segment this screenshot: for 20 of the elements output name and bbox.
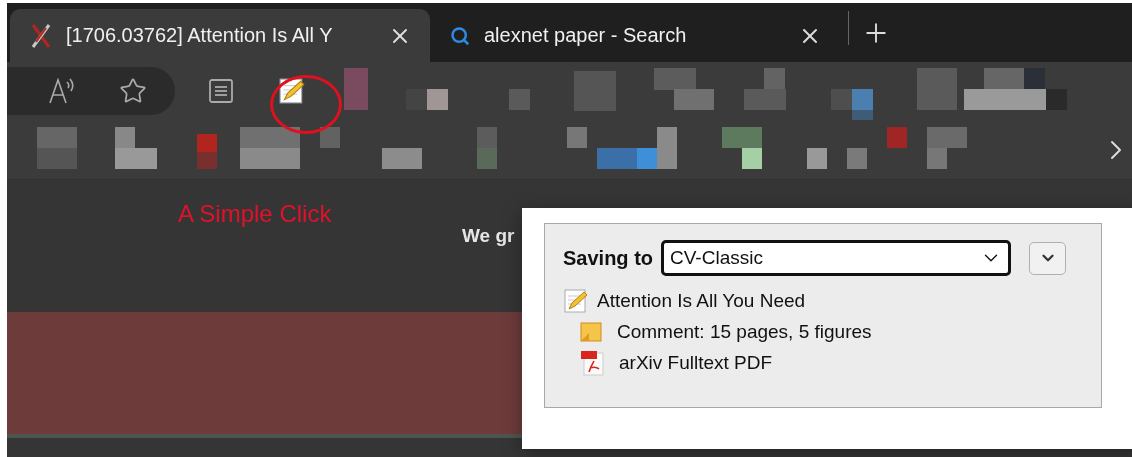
search-icon	[450, 25, 470, 46]
annotation-label: A Simple Click	[178, 200, 332, 228]
attachment-label: Comment: 15 pages, 5 figures	[617, 321, 872, 343]
options-button[interactable]	[1029, 241, 1066, 275]
collection-select[interactable]: CV-Classic	[661, 240, 1011, 276]
sticky-note-icon	[579, 320, 603, 344]
note-pencil-icon	[563, 288, 589, 314]
browser-tab[interactable]: [1706.03762] Attention Is All Y	[10, 9, 430, 62]
pdf-file-icon	[579, 350, 605, 376]
item-title: Attention Is All You Need	[597, 290, 806, 312]
tab-title: alexnet paper - Search	[484, 24, 688, 47]
saving-to-label: Saving to	[563, 246, 653, 270]
favorite-star-icon[interactable]	[119, 77, 147, 105]
reader-view-icon[interactable]	[209, 79, 233, 103]
attachment-label: arXiv Fulltext PDF	[619, 352, 773, 374]
page-heading: We gr	[462, 225, 515, 247]
x-logo-icon	[30, 21, 52, 50]
browser-tab[interactable]: alexnet paper - Search	[430, 9, 840, 62]
note-pencil-icon	[278, 77, 306, 105]
tab-title: [1706.03762] Attention Is All Y	[66, 24, 334, 47]
